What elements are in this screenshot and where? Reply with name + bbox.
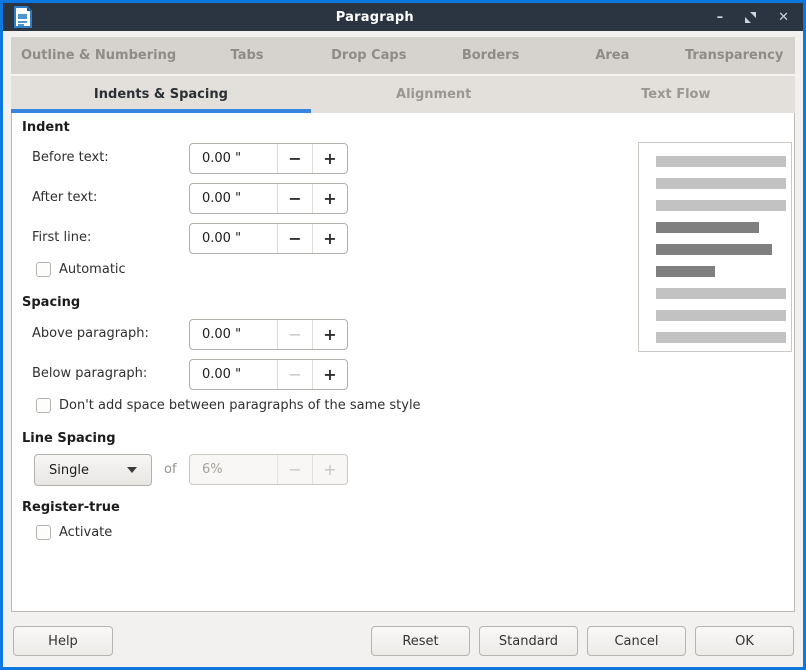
cancel-button[interactable]: Cancel: [587, 626, 686, 656]
preview-bar: [656, 178, 786, 189]
automatic-checkbox-box[interactable]: [36, 262, 51, 277]
same-style-checkbox-box[interactable]: [36, 398, 51, 413]
above-paragraph-spinbox[interactable]: 0.00 " − +: [189, 319, 348, 350]
indent-section-header: Indent: [22, 120, 70, 135]
line-spacing-selected: Single: [49, 463, 89, 478]
tab-outline-numbering[interactable]: Outline & Numbering: [11, 37, 186, 74]
tab-text-flow[interactable]: Text Flow: [557, 76, 795, 113]
first-line-value[interactable]: 0.00 ": [190, 224, 277, 253]
line-spacing-section-header: Line Spacing: [22, 431, 116, 446]
writer-document-icon: [13, 6, 33, 28]
after-text-plus-icon[interactable]: +: [312, 184, 347, 213]
line-spacing-plus-icon: +: [312, 455, 347, 484]
above-paragraph-label: Above paragraph:: [32, 326, 149, 341]
close-icon[interactable]: ✕: [778, 11, 789, 24]
standard-button[interactable]: Standard: [479, 626, 578, 656]
line-spacing-value-spinbox: 6% − +: [189, 454, 348, 485]
paragraph-preview: [638, 142, 792, 352]
line-spacing-value: 6%: [190, 455, 277, 484]
line-spacing-minus-icon: −: [277, 455, 312, 484]
preview-bar: [656, 288, 786, 299]
activate-checkbox-label: Activate: [59, 525, 112, 540]
after-text-value[interactable]: 0.00 ": [190, 184, 277, 213]
tab-area[interactable]: Area: [551, 37, 673, 74]
chevron-down-icon: [127, 467, 137, 473]
above-paragraph-value[interactable]: 0.00 ": [190, 320, 277, 349]
tab-drop-caps[interactable]: Drop Caps: [308, 37, 430, 74]
reset-button[interactable]: Reset: [371, 626, 470, 656]
after-text-minus-icon[interactable]: −: [277, 184, 312, 213]
preview-bar: [656, 310, 786, 321]
preview-bar: [656, 332, 786, 343]
preview-bar: [656, 156, 786, 167]
before-text-spinbox[interactable]: 0.00 " − +: [189, 143, 348, 174]
restore-icon[interactable]: [745, 12, 756, 23]
before-text-label: Before text:: [32, 150, 109, 165]
ok-button[interactable]: OK: [695, 626, 794, 656]
below-paragraph-plus-icon[interactable]: +: [312, 360, 347, 389]
minimize-icon[interactable]: –: [717, 11, 724, 24]
first-line-minus-icon[interactable]: −: [277, 224, 312, 253]
preview-bar: [656, 200, 786, 211]
tab-alignment[interactable]: Alignment: [311, 76, 557, 113]
paragraph-dialog: Paragraph – ✕ Outline & Numbering Tabs D…: [0, 0, 806, 670]
spacing-section-header: Spacing: [22, 295, 80, 310]
same-style-checkbox[interactable]: Don't add space between paragraphs of th…: [36, 398, 421, 413]
tab-transparency[interactable]: Transparency: [673, 37, 795, 74]
before-text-minus-icon[interactable]: −: [277, 144, 312, 173]
tab-tabs[interactable]: Tabs: [186, 37, 308, 74]
dialog-footer: Help Reset Standard Cancel OK: [3, 612, 803, 667]
activate-checkbox-box[interactable]: [36, 525, 51, 540]
below-paragraph-minus-icon[interactable]: −: [277, 360, 312, 389]
tab-indents-spacing-label: Indents & Spacing: [94, 87, 228, 102]
after-text-label: After text:: [32, 190, 97, 205]
register-true-section-header: Register-true: [22, 500, 120, 515]
preview-bar: [656, 266, 715, 277]
before-text-value[interactable]: 0.00 ": [190, 144, 277, 173]
indents-spacing-panel: Indent Before text: 0.00 " − + After tex…: [11, 113, 795, 612]
before-text-plus-icon[interactable]: +: [312, 144, 347, 173]
tab-row-primary: Indents & Spacing Alignment Text Flow: [11, 76, 795, 113]
below-paragraph-value[interactable]: 0.00 ": [190, 360, 277, 389]
first-line-spinbox[interactable]: 0.00 " − +: [189, 223, 348, 254]
line-spacing-dropdown[interactable]: Single: [34, 454, 152, 486]
activate-checkbox[interactable]: Activate: [36, 525, 112, 540]
tab-row-secondary: Outline & Numbering Tabs Drop Caps Borde…: [11, 37, 795, 74]
first-line-label: First line:: [32, 230, 91, 245]
below-paragraph-spinbox[interactable]: 0.00 " − +: [189, 359, 348, 390]
preview-bar: [656, 244, 772, 255]
first-line-plus-icon[interactable]: +: [312, 224, 347, 253]
below-paragraph-label: Below paragraph:: [32, 366, 147, 381]
same-style-checkbox-label: Don't add space between paragraphs of th…: [59, 398, 421, 413]
notebook: Outline & Numbering Tabs Drop Caps Borde…: [11, 37, 795, 612]
automatic-checkbox-label: Automatic: [59, 262, 126, 277]
after-text-spinbox[interactable]: 0.00 " − +: [189, 183, 348, 214]
titlebar: Paragraph – ✕: [3, 3, 803, 31]
window-title: Paragraph: [33, 10, 717, 25]
tab-indents-spacing[interactable]: Indents & Spacing: [11, 76, 311, 113]
help-button[interactable]: Help: [13, 626, 113, 656]
tab-borders[interactable]: Borders: [430, 37, 552, 74]
above-paragraph-minus-icon[interactable]: −: [277, 320, 312, 349]
above-paragraph-plus-icon[interactable]: +: [312, 320, 347, 349]
automatic-checkbox[interactable]: Automatic: [36, 262, 126, 277]
of-label: of: [164, 462, 177, 477]
preview-bar: [656, 222, 759, 233]
